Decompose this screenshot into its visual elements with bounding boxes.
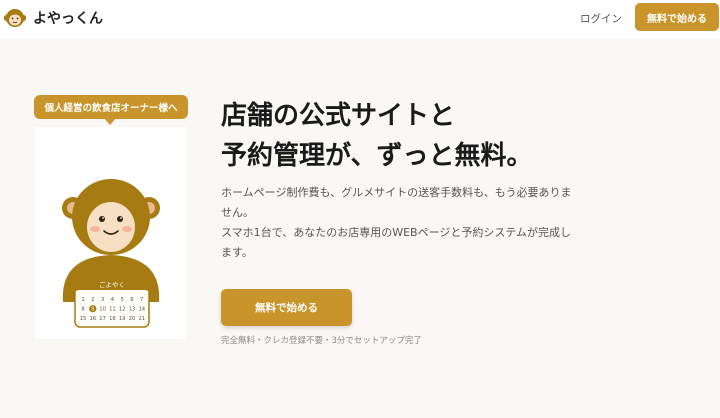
calendar-day: 15 bbox=[80, 316, 87, 322]
top-navbar: よやっくん ログイン 無料で始める bbox=[0, 0, 720, 38]
hero-headline: 店舗の公式サイトと 予約管理が、ずっと無料。 bbox=[221, 96, 532, 176]
calendar-day: 1 bbox=[81, 297, 84, 303]
cta-note: 完全無料・クレカ登録不要・3分でセットアップ完了 bbox=[221, 336, 422, 346]
calendar-day: 3 bbox=[101, 297, 104, 303]
headline-line-2: 予約管理が、ずっと無料。 bbox=[221, 141, 533, 171]
monkey-logo-icon bbox=[3, 9, 27, 27]
brand-name: よやっくん bbox=[33, 11, 103, 27]
calendar-day: 16 bbox=[89, 316, 96, 322]
description-line-2: せん。 bbox=[221, 206, 254, 219]
calendar-day: 9 bbox=[91, 307, 94, 313]
description-line-4: ます。 bbox=[221, 246, 253, 259]
headline-line-1: 店舗の公式サイトと bbox=[221, 101, 456, 131]
calendar-day: 2 bbox=[91, 297, 94, 303]
calendar-day: 6 bbox=[130, 297, 133, 303]
calendar-day: 14 bbox=[138, 307, 145, 313]
description-line-1: ホームページ制作費も、グルメサイトの送客手数料も、もう必要ありま bbox=[221, 186, 572, 199]
calendar-day: 20 bbox=[129, 316, 136, 322]
calendar-day: 19 bbox=[119, 316, 126, 322]
header-start-free-button[interactable]: 無料で始める bbox=[635, 3, 719, 31]
calendar-day: 13 bbox=[129, 307, 136, 313]
calendar-day: 10 bbox=[99, 307, 106, 313]
brand-logo[interactable]: よやっくん bbox=[3, 6, 103, 30]
calendar-day: 17 bbox=[99, 316, 106, 322]
calendar-day: 8 bbox=[81, 307, 84, 313]
calendar-title: ごよやく bbox=[99, 280, 125, 289]
calendar-day: 21 bbox=[138, 316, 145, 322]
calendar-day: 7 bbox=[140, 297, 143, 303]
calendar-day: 11 bbox=[109, 307, 116, 313]
calendar-day: 5 bbox=[121, 297, 124, 303]
calendar-day: 12 bbox=[119, 307, 126, 313]
hero-start-free-button[interactable]: 無料で始める bbox=[221, 289, 352, 326]
calendar-day: 18 bbox=[109, 316, 116, 322]
hero-description: ホームページ制作費も、グルメサイトの送客手数料も、もう必要ありま せん。 スマホ… bbox=[221, 183, 591, 263]
monkey-mascot-icon: ごよやく 1 2 3 4 5 6 78 9 10 11 12 13 1415 16 17 18 19 20 21 bbox=[62, 179, 160, 328]
mascot-illustration: ごよやく 1 2 3 4 5 6 7 8 9 10 11 12 13 14 15 16 17 18 19 20 21 bbox=[35, 127, 187, 339]
badge-pointer bbox=[104, 118, 116, 125]
description-line-3: スマホ1台で、あなたのお店専用のWEBページと予約システムが完成し bbox=[221, 226, 572, 239]
target-audience-badge: 個人経営の飲食店オーナー様へ bbox=[34, 95, 188, 119]
login-link[interactable]: ログイン bbox=[580, 11, 622, 26]
